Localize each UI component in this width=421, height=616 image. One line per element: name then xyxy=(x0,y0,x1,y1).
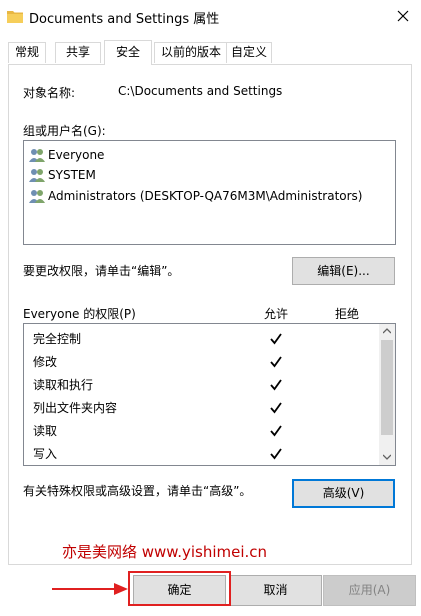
advanced-button[interactable]: 高级(V) xyxy=(292,479,395,508)
allow-header: 允许 xyxy=(264,307,289,321)
permissions-scrollbar[interactable] xyxy=(379,324,395,465)
cancel-button[interactable]: 取消 xyxy=(229,575,322,606)
user-group-icon xyxy=(29,190,45,203)
list-item[interactable]: SYSTEM xyxy=(28,165,96,185)
window-title: Documents and Settings 属性 xyxy=(29,12,220,27)
deny-header: 拒绝 xyxy=(335,307,360,321)
permissions-listbox: 完全控制 修改 读取和执行 列出文件夹内容 读取 写入 xyxy=(23,323,396,466)
object-name-label: 对象名称: xyxy=(23,86,76,100)
permission-row: 读取 xyxy=(33,424,58,438)
close-button[interactable] xyxy=(385,0,421,32)
groups-label: 组或用户名(G): xyxy=(23,124,106,138)
user-group-icon xyxy=(29,169,45,182)
check-icon xyxy=(270,333,282,345)
permission-row: 写入 xyxy=(33,447,58,461)
folder-icon xyxy=(7,11,23,23)
check-icon xyxy=(270,356,282,368)
scroll-up-icon[interactable] xyxy=(383,328,391,334)
check-icon xyxy=(270,425,282,437)
check-icon xyxy=(270,402,282,414)
permission-row: 修改 xyxy=(33,355,58,369)
permission-row: 完全控制 xyxy=(33,332,82,346)
user-name: Everyone xyxy=(48,148,105,162)
tab-general[interactable]: 常规 xyxy=(8,42,46,63)
red-arrow-icon xyxy=(52,583,128,595)
scroll-down-icon[interactable] xyxy=(383,454,391,460)
highlight-box xyxy=(128,571,231,606)
tab-customize[interactable]: 自定义 xyxy=(226,42,272,63)
title-bar: Documents and Settings 属性 xyxy=(0,0,421,33)
object-name-value: C:\Documents and Settings xyxy=(118,84,283,98)
apply-button[interactable]: 应用(A) xyxy=(323,575,416,606)
user-name: Administrators (DESKTOP-QA76M3M\Administ… xyxy=(48,189,363,203)
watermark-text: 亦是美网络 www.yishimei.cn xyxy=(62,543,268,561)
list-item[interactable]: Everyone xyxy=(28,145,104,165)
tab-sharing[interactable]: 共享 xyxy=(55,42,101,63)
list-item[interactable]: Administrators (DESKTOP-QA76M3M\Administ… xyxy=(28,186,363,206)
scrollbar-thumb[interactable] xyxy=(381,340,393,435)
permission-row: 读取和执行 xyxy=(33,378,94,392)
advanced-hint: 有关特殊权限或高级设置，请单击“高级”。 xyxy=(23,484,252,498)
check-icon xyxy=(270,448,282,460)
close-icon xyxy=(397,10,409,22)
user-name: SYSTEM xyxy=(48,168,96,182)
permission-row: 列出文件夹内容 xyxy=(33,401,118,415)
tab-security[interactable]: 安全 xyxy=(104,40,152,65)
tab-previous-versions[interactable]: 以前的版本 xyxy=(154,42,228,63)
change-hint: 要更改权限，请单击“编辑”。 xyxy=(23,264,180,278)
user-group-icon xyxy=(29,149,45,162)
users-listbox[interactable]: Everyone SYSTEM Administrators (DESKTOP-… xyxy=(23,140,396,245)
check-icon xyxy=(270,379,282,391)
edit-button[interactable]: 编辑(E)... xyxy=(292,257,395,285)
permissions-title: Everyone 的权限(P) xyxy=(23,307,136,321)
